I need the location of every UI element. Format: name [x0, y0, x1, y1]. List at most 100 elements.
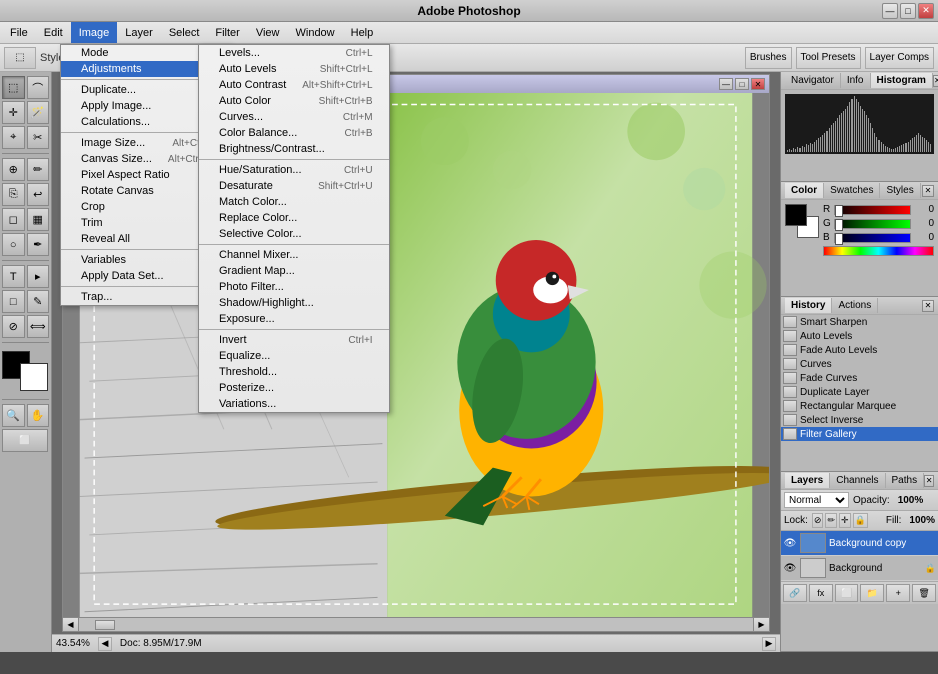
- adj-equalize[interactable]: Equalize...: [199, 348, 389, 364]
- tab-layers[interactable]: Layers: [785, 473, 830, 488]
- tool-zoom[interactable]: 🔍: [2, 404, 25, 427]
- tool-brush[interactable]: ✏: [27, 158, 50, 181]
- adj-selective-color[interactable]: Selective Color...: [199, 226, 389, 242]
- layer-visibility-btn[interactable]: 👁: [783, 536, 797, 550]
- tool-shape[interactable]: □: [2, 290, 25, 313]
- minimize-button[interactable]: —: [882, 3, 898, 19]
- tab-navigator[interactable]: Navigator: [785, 73, 841, 88]
- menu-help[interactable]: Help: [343, 22, 382, 43]
- adj-shadow-highlight[interactable]: Shadow/Highlight...: [199, 295, 389, 311]
- adj-gradient-map[interactable]: Gradient Map...: [199, 263, 389, 279]
- tool-eraser[interactable]: ◻: [2, 208, 25, 231]
- menu-view[interactable]: View: [248, 22, 288, 43]
- tab-histogram[interactable]: Histogram: [871, 73, 933, 88]
- scroll-left-btn[interactable]: ◀: [63, 618, 79, 632]
- doc-minimize-btn[interactable]: —: [719, 78, 733, 90]
- adj-levels[interactable]: Levels... Ctrl+L: [199, 45, 389, 61]
- color-panel-close[interactable]: ✕: [922, 185, 934, 197]
- maximize-button[interactable]: □: [900, 3, 916, 19]
- tool-move[interactable]: ✛: [2, 101, 25, 124]
- b-slider[interactable]: [834, 233, 911, 243]
- history-item[interactable]: Duplicate Layer: [781, 385, 938, 399]
- new-layer-btn[interactable]: +: [886, 584, 910, 602]
- history-item[interactable]: Smart Sharpen: [781, 315, 938, 329]
- link-layers-btn[interactable]: 🔗: [783, 584, 807, 602]
- new-group-btn[interactable]: 📁: [860, 584, 884, 602]
- adj-exposure[interactable]: Exposure...: [199, 311, 389, 327]
- menu-select[interactable]: Select: [161, 22, 208, 43]
- b-thumb[interactable]: [835, 233, 843, 245]
- adj-auto-levels[interactable]: Auto Levels Shift+Ctrl+L: [199, 61, 389, 77]
- adj-curves[interactable]: Curves... Ctrl+M: [199, 109, 389, 125]
- layer-item[interactable]: 👁 Background 🔒: [781, 556, 938, 581]
- close-button[interactable]: ✕: [918, 3, 934, 19]
- color-spectrum[interactable]: [823, 246, 934, 256]
- tool-stamp[interactable]: ⎘: [2, 183, 25, 206]
- tab-swatches[interactable]: Swatches: [824, 183, 880, 198]
- tool-gradient[interactable]: ▦: [27, 208, 50, 231]
- history-item[interactable]: Fade Curves: [781, 371, 938, 385]
- menu-image[interactable]: Image: [71, 22, 118, 43]
- tool-slice[interactable]: ✂: [27, 126, 50, 149]
- zoom-down-btn[interactable]: ◀: [98, 637, 112, 651]
- r-thumb[interactable]: [835, 205, 843, 217]
- lock-position-icon[interactable]: ✛: [839, 513, 851, 528]
- tab-paths[interactable]: Paths: [886, 473, 925, 488]
- adj-auto-contrast[interactable]: Auto Contrast Alt+Shift+Ctrl+L: [199, 77, 389, 93]
- menu-window[interactable]: Window: [288, 22, 343, 43]
- g-slider[interactable]: [834, 219, 911, 229]
- history-panel-close[interactable]: ✕: [922, 300, 934, 312]
- layer-style-btn[interactable]: fx: [809, 584, 833, 602]
- tool-history[interactable]: ↩: [27, 183, 50, 206]
- history-item[interactable]: Select Inverse: [781, 413, 938, 427]
- adj-invert[interactable]: Invert Ctrl+I: [199, 332, 389, 348]
- layer-mask-btn[interactable]: ⬜: [835, 584, 859, 602]
- tool-eyedropper[interactable]: ⊘: [2, 315, 25, 338]
- history-item[interactable]: Auto Levels: [781, 329, 938, 343]
- menu-edit[interactable]: Edit: [36, 22, 71, 43]
- adj-brightness-contrast[interactable]: Brightness/Contrast...: [199, 141, 389, 157]
- horizontal-scrollbar[interactable]: ◀ ▶: [63, 617, 769, 631]
- adj-desaturate[interactable]: Desaturate Shift+Ctrl+U: [199, 178, 389, 194]
- tool-heal[interactable]: ⊕: [2, 158, 25, 181]
- scroll-thumb[interactable]: [95, 620, 115, 630]
- adj-variations[interactable]: Variations...: [199, 396, 389, 412]
- scroll-right-btn[interactable]: ▶: [753, 618, 769, 632]
- tool-crop[interactable]: ⌖: [2, 126, 25, 149]
- delete-layer-btn[interactable]: 🗑: [912, 584, 936, 602]
- adj-match-color[interactable]: Match Color...: [199, 194, 389, 210]
- lock-transparent-icon[interactable]: ⊘: [812, 513, 824, 528]
- lock-image-icon[interactable]: ✏: [825, 513, 837, 528]
- blend-mode-select[interactable]: Normal: [784, 492, 849, 508]
- tool-dodge[interactable]: ○: [2, 233, 25, 256]
- lock-all-icon[interactable]: 🔒: [853, 513, 868, 528]
- doc-close-btn[interactable]: ✕: [751, 78, 765, 90]
- layers-panel-close[interactable]: ✕: [924, 475, 934, 487]
- tab-channels[interactable]: Channels: [830, 473, 885, 488]
- history-item[interactable]: Rectangular Marquee: [781, 399, 938, 413]
- background-color[interactable]: [20, 363, 48, 391]
- r-slider[interactable]: [834, 205, 911, 215]
- history-item[interactable]: Curves: [781, 357, 938, 371]
- tab-history[interactable]: History: [785, 298, 832, 313]
- tool-magic-wand[interactable]: 🪄: [27, 101, 50, 124]
- history-item[interactable]: Fade Auto Levels: [781, 343, 938, 357]
- layer-comps-button[interactable]: Layer Comps: [865, 47, 934, 69]
- layer-visibility-btn[interactable]: 👁: [783, 561, 797, 575]
- doc-maximize-btn[interactable]: □: [735, 78, 749, 90]
- adj-hue-sat[interactable]: Hue/Saturation... Ctrl+U: [199, 162, 389, 178]
- adj-photo-filter[interactable]: Photo Filter...: [199, 279, 389, 295]
- navigator-panel-close[interactable]: ✕: [933, 75, 938, 87]
- brushes-button[interactable]: Brushes: [745, 47, 792, 69]
- tool-measure[interactable]: ⟺: [27, 315, 50, 338]
- tool-path-select[interactable]: ▸: [27, 265, 50, 288]
- tool-lasso[interactable]: ⌒: [27, 76, 50, 99]
- tool-hand[interactable]: ✋: [27, 404, 50, 427]
- adj-threshold[interactable]: Threshold...: [199, 364, 389, 380]
- menu-filter[interactable]: Filter: [207, 22, 247, 43]
- menu-layer[interactable]: Layer: [117, 22, 161, 43]
- tab-actions[interactable]: Actions: [832, 298, 878, 313]
- adj-channel-mixer[interactable]: Channel Mixer...: [199, 247, 389, 263]
- foreground-swatch[interactable]: [785, 204, 807, 226]
- adj-replace-color[interactable]: Replace Color...: [199, 210, 389, 226]
